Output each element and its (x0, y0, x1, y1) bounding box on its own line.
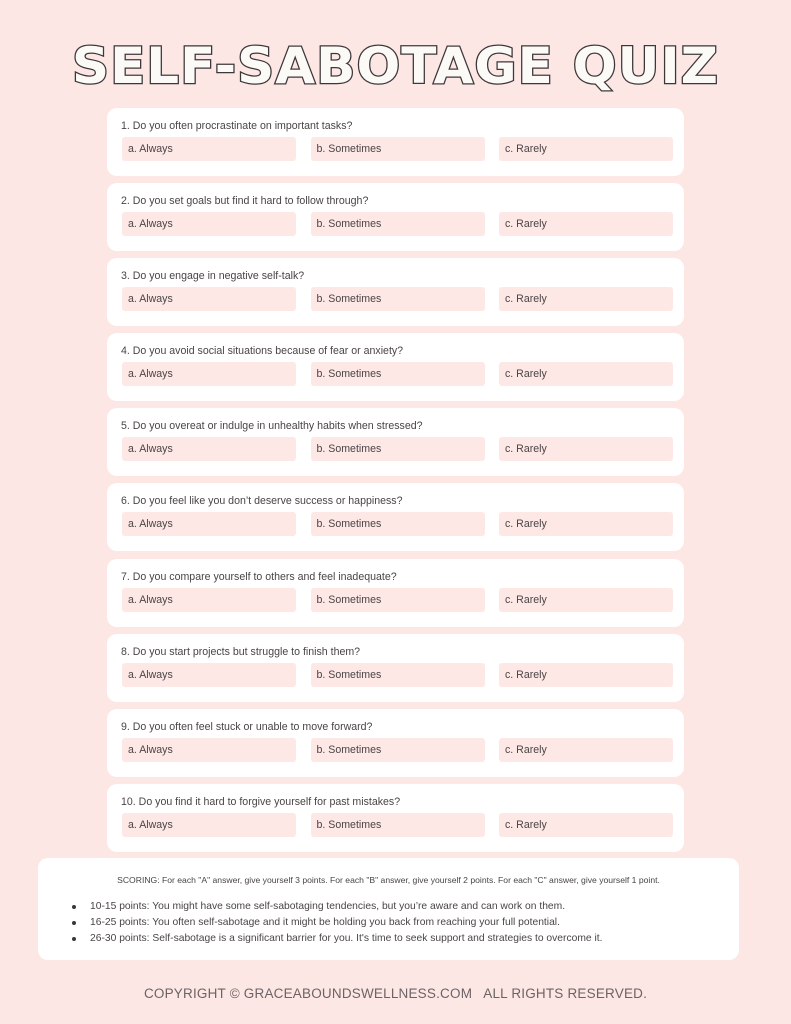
question-text: 3. Do you engage in negative self-talk? (121, 270, 305, 283)
answer-options: a. Always b. Sometimes c. Rarely (122, 737, 673, 762)
option-sometimes[interactable]: b. Sometimes (310, 587, 485, 612)
option-sometimes[interactable]: b. Sometimes (310, 287, 485, 312)
option-rarely[interactable]: c. Rarely (499, 287, 673, 312)
scoring-range-text: 16-25 points: You often self-sabotage an… (90, 917, 560, 928)
answer-options: a. Always b. Sometimes c. Rarely (122, 212, 673, 237)
option-rarely[interactable]: c. Rarely (499, 137, 673, 161)
answer-options: a. Always b. Sometimes c. Rarely (122, 437, 673, 462)
answer-options: a. Always b. Sometimes c. Rarely (122, 362, 673, 387)
option-sometimes[interactable]: b. Sometimes (310, 812, 485, 837)
question-list: 1. Do you often procrastinate on importa… (107, 108, 684, 859)
option-rarely[interactable]: c. Rarely (499, 512, 673, 537)
option-always[interactable]: a. Always (122, 212, 296, 237)
question-card-1: 1. Do you often procrastinate on importa… (107, 108, 684, 176)
question-card-9: 9. Do you often feel stuck or unable to … (107, 708, 684, 777)
question-text: 8. Do you start projects but struggle to… (121, 645, 361, 658)
option-always[interactable]: a. Always (122, 437, 296, 462)
option-rarely[interactable]: c. Rarely (499, 662, 673, 687)
option-always[interactable]: a. Always (122, 662, 296, 687)
scoring-ranges: 10-15 points: You might have some self-s… (70, 899, 603, 947)
scoring-box: SCORING: For each "A" answer, give yours… (38, 858, 739, 960)
question-text: 7. Do you compare yourself to others and… (121, 570, 397, 583)
bullet-icon (72, 921, 76, 925)
option-rarely[interactable]: c. Rarely (499, 437, 673, 462)
answer-options: a. Always b. Sometimes c. Rarely (122, 662, 673, 687)
question-card-7: 7. Do you compare yourself to others and… (107, 558, 684, 627)
question-text: 9. Do you often feel stuck or unable to … (121, 720, 373, 733)
option-always[interactable]: a. Always (122, 287, 296, 312)
page-title: SELF-SABOTAGE QUIZ (71, 36, 720, 97)
option-always[interactable]: a. Always (122, 137, 296, 161)
scoring-range-item: 26-30 points: Self-sabotage is a signifi… (70, 931, 603, 947)
option-rarely[interactable]: c. Rarely (499, 362, 673, 387)
question-text: 5. Do you overeat or indulge in unhealth… (121, 420, 423, 433)
answer-options: a. Always b. Sometimes c. Rarely (122, 287, 673, 312)
option-rarely[interactable]: c. Rarely (499, 587, 673, 612)
bullet-icon (72, 937, 76, 941)
scoring-range-text: 26-30 points: Self-sabotage is a signifi… (90, 933, 603, 944)
scoring-range-item: 10-15 points: You might have some self-s… (70, 899, 603, 915)
scoring-range-text: 10-15 points: You might have some self-s… (90, 901, 566, 912)
question-text: 10. Do you find it hard to forgive yours… (121, 795, 401, 808)
option-rarely[interactable]: c. Rarely (499, 212, 673, 237)
option-always[interactable]: a. Always (122, 812, 296, 837)
option-sometimes[interactable]: b. Sometimes (310, 212, 485, 237)
question-text: 4. Do you avoid social situations becaus… (121, 345, 404, 358)
scoring-instructions: SCORING: For each "A" answer, give yours… (117, 875, 660, 885)
answer-options: a. Always b. Sometimes c. Rarely (122, 812, 673, 837)
question-card-10: 10. Do you find it hard to forgive yours… (107, 783, 684, 852)
question-card-3: 3. Do you engage in negative self-talk? … (107, 258, 684, 327)
option-sometimes[interactable]: b. Sometimes (310, 662, 485, 687)
option-always[interactable]: a. Always (122, 512, 296, 537)
option-sometimes[interactable]: b. Sometimes (310, 362, 485, 387)
question-card-6: 6. Do you feel like you don’t deserve su… (107, 483, 684, 552)
bullet-icon (72, 905, 76, 909)
option-rarely[interactable]: c. Rarely (499, 812, 673, 837)
copyright-footer: COPYRIGHT © GRACEABOUNDSWELLNESS.COM ALL… (143, 986, 648, 1001)
question-card-8: 8. Do you start projects but struggle to… (107, 633, 684, 702)
option-sometimes[interactable]: b. Sometimes (310, 437, 485, 462)
option-rarely[interactable]: c. Rarely (499, 737, 673, 762)
question-text: 1. Do you often procrastinate on importa… (121, 120, 353, 132)
option-sometimes[interactable]: b. Sometimes (310, 737, 485, 762)
question-text: 2. Do you set goals but find it hard to … (121, 195, 369, 208)
answer-options: a. Always b. Sometimes c. Rarely (122, 137, 673, 161)
option-sometimes[interactable]: b. Sometimes (310, 137, 485, 161)
answer-options: a. Always b. Sometimes c. Rarely (122, 512, 673, 537)
answer-options: a. Always b. Sometimes c. Rarely (122, 587, 673, 612)
question-card-4: 4. Do you avoid social situations becaus… (107, 333, 684, 402)
option-always[interactable]: a. Always (122, 362, 296, 387)
question-card-2: 2. Do you set goals but find it hard to … (107, 183, 684, 252)
question-text: 6. Do you feel like you don’t deserve su… (121, 495, 403, 508)
option-always[interactable]: a. Always (122, 737, 296, 762)
question-card-5: 5. Do you overeat or indulge in unhealth… (107, 408, 684, 477)
option-always[interactable]: a. Always (122, 587, 296, 612)
scoring-range-item: 16-25 points: You often self-sabotage an… (70, 915, 603, 931)
option-sometimes[interactable]: b. Sometimes (310, 512, 485, 537)
